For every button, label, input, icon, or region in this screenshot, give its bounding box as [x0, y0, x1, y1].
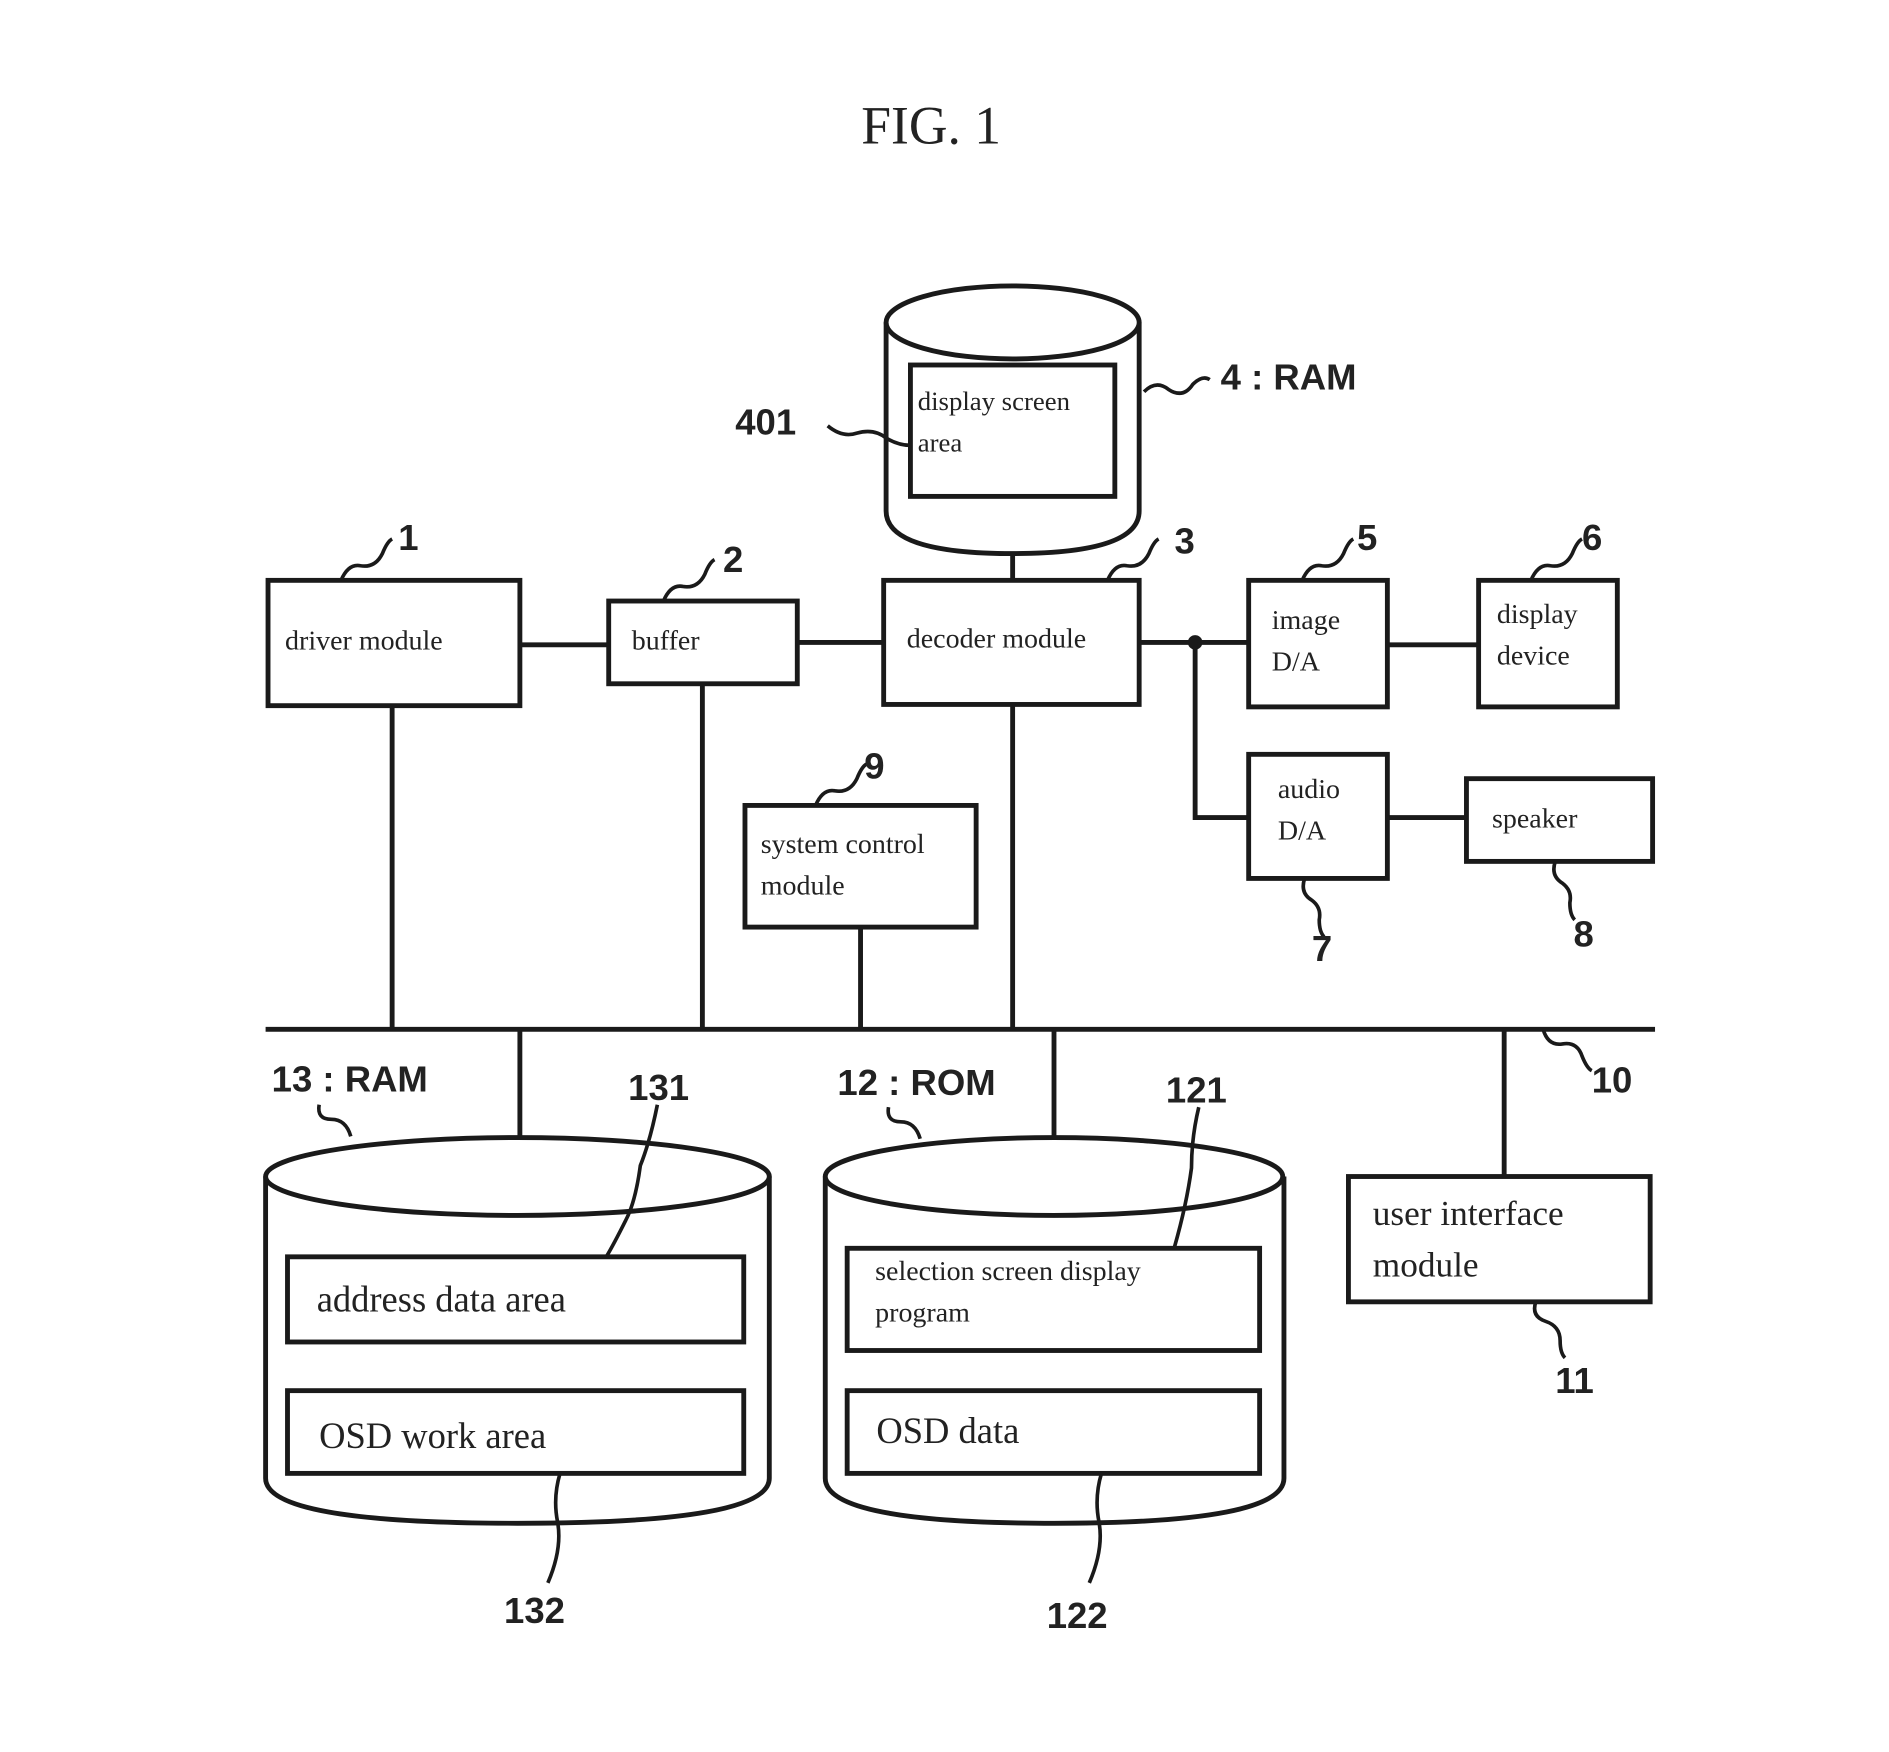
system-control-label-1: system control: [761, 829, 925, 860]
ref-6: 6: [1582, 517, 1602, 558]
image-da-label-1: image: [1272, 605, 1340, 636]
ref-11: 11: [1555, 1360, 1594, 1401]
system-control-module-box: [742, 802, 979, 930]
display-screen-area-label-1: display screen: [918, 386, 1070, 416]
ref-1: 1: [398, 517, 418, 558]
driver-module-label: driver module: [285, 626, 443, 657]
ref-3: 3: [1174, 521, 1194, 562]
ref-2: 2: [723, 539, 743, 580]
figure-title: FIG. 1: [861, 96, 1001, 156]
decoder-module-label: decoder module: [907, 623, 1086, 654]
selection-program-label-1: selection screen display: [875, 1256, 1141, 1287]
buffer-label: buffer: [632, 626, 701, 657]
ref-401: 401: [735, 401, 796, 442]
block-diagram: FIG. 1 display screen area 4 : RAM 401 d…: [263, 96, 1656, 1636]
osd-data-label: OSD data: [876, 1410, 1019, 1451]
ref-10: 10: [1592, 1060, 1633, 1101]
ram-13-cylinder: address data area OSD work area: [263, 1135, 772, 1526]
user-interface-label-1: user interface: [1373, 1194, 1564, 1233]
ref-121: 121: [1166, 1069, 1227, 1110]
ram-4-cylinder: display screen area: [883, 283, 1142, 557]
display-screen-area-label-2: area: [918, 427, 963, 457]
ref-7: 7: [1312, 928, 1332, 969]
selection-program-label-2: program: [875, 1297, 970, 1328]
audio-da-label-1: audio: [1278, 774, 1340, 805]
user-interface-label-2: module: [1373, 1245, 1479, 1284]
ram-4-label: 4 : RAM: [1221, 356, 1357, 397]
ram-13-label: 13 : RAM: [272, 1058, 428, 1099]
image-da-label-2: D/A: [1272, 646, 1320, 677]
address-data-area-label: address data area: [317, 1279, 566, 1320]
ref-122: 122: [1047, 1595, 1108, 1636]
ref-5: 5: [1357, 517, 1377, 558]
osd-work-area-label: OSD work area: [319, 1415, 546, 1456]
display-device-label-1: display: [1497, 599, 1578, 630]
speaker-label: speaker: [1492, 803, 1578, 834]
ref-132: 132: [504, 1590, 565, 1631]
ref-9: 9: [864, 746, 884, 787]
display-device-label-2: device: [1497, 640, 1570, 671]
system-control-label-2: module: [761, 870, 845, 901]
ref-131: 131: [628, 1067, 689, 1108]
rom-12-label: 12 : ROM: [837, 1062, 995, 1103]
rom-12-cylinder: selection screen display program OSD dat…: [822, 1135, 1287, 1526]
ref-8: 8: [1574, 914, 1594, 955]
image-da-box: [1246, 577, 1390, 710]
audio-da-label-2: D/A: [1278, 815, 1326, 846]
